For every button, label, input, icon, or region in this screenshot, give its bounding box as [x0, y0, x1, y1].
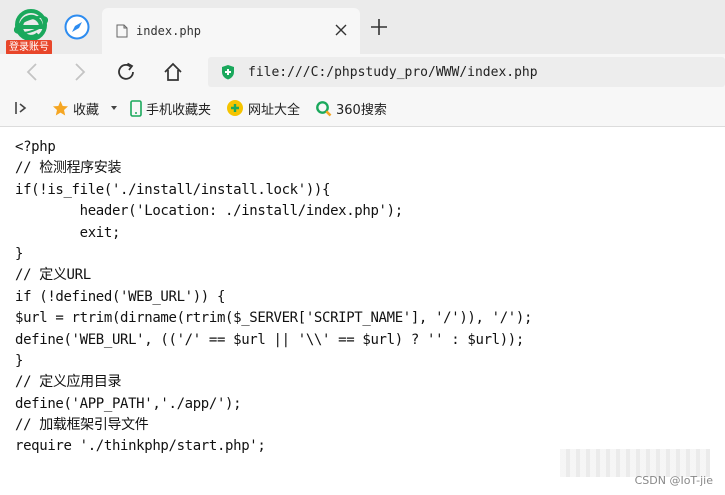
close-tab-icon[interactable]: [334, 23, 348, 37]
address-url[interactable]: file:///C:/phpstudy_pro/WWW/index.php: [248, 65, 538, 80]
new-tab-icon[interactable]: [370, 18, 388, 36]
document-icon: [116, 24, 128, 38]
code-line: define('APP_PATH','./app/');: [15, 395, 242, 412]
tab-strip: 登录账号 index.php: [0, 0, 725, 55]
code-line: <?php: [15, 139, 56, 155]
tab-title: index.php: [136, 24, 202, 38]
bookmark-label: 收藏: [73, 102, 100, 118]
bookmark-label: 360搜索: [336, 102, 387, 118]
home-icon[interactable]: [162, 61, 184, 83]
address-bar[interactable]: file:///C:/phpstudy_pro/WWW/index.php: [208, 57, 725, 87]
bookmark-label: 手机收藏夹: [146, 102, 212, 118]
code-line: // 加载框架引导文件: [15, 417, 149, 434]
bookmark-bar: 收藏 手机收藏夹 网址大全 360搜索: [0, 90, 725, 127]
code-line: }: [15, 245, 24, 262]
dropdown-caret-icon[interactable]: [109, 103, 119, 113]
code-line: exit;: [15, 224, 121, 241]
code-line: header('Location: ./install/index.php');: [15, 203, 404, 220]
bookmark-web-directory[interactable]: 网址大全: [226, 90, 300, 126]
bookmark-360-search[interactable]: 360搜索: [315, 90, 387, 126]
watermark: CSDN @IoT-jie: [634, 474, 713, 487]
page-content: <?php // 检测程序安装 if(!is_file('./install/ins…: [0, 127, 725, 495]
blurred-overlay: [560, 449, 710, 477]
bookmark-label: 网址大全: [248, 102, 301, 118]
compass-icon[interactable]: [64, 14, 90, 40]
code-line: $url = rtrim(dirname(rtrim($_SERVER['SCR…: [15, 310, 533, 327]
reload-icon[interactable]: [115, 61, 137, 83]
bookmark-mobile-favorites[interactable]: 手机收藏夹: [130, 90, 211, 126]
code-line: }: [15, 352, 24, 369]
code-line: // 定义应用目录: [15, 374, 122, 391]
code-line: // 检测程序安装: [15, 160, 122, 177]
web-directory-icon: [227, 100, 243, 116]
code-line: require './thinkphp/start.php';: [15, 438, 266, 455]
code-line: if (!defined('WEB_URL')) {: [15, 288, 226, 305]
search-icon: [316, 100, 332, 116]
browser-logo-icon[interactable]: [14, 8, 48, 42]
star-icon: [53, 100, 68, 115]
forward-icon[interactable]: [68, 61, 90, 83]
code-line: define('WEB_URL', (('/' == $url || '\\' …: [15, 331, 524, 348]
navigation-bar: file:///C:/phpstudy_pro/WWW/index.php: [0, 54, 725, 90]
code-line: if(!is_file('./install/install.lock')){: [15, 181, 331, 198]
source-code: <?php // 检测程序安装 if(!is_file('./install/ins…: [15, 137, 532, 458]
code-line: // 定义URL: [15, 267, 91, 284]
bookmark-favorites[interactable]: 收藏: [52, 90, 123, 126]
security-shield-icon[interactable]: [220, 64, 236, 80]
back-icon[interactable]: [22, 61, 44, 83]
tab-index-php[interactable]: index.php: [102, 8, 360, 54]
phone-icon: [130, 99, 142, 117]
login-badge[interactable]: 登录账号: [6, 40, 52, 55]
sidebar-toggle-icon[interactable]: [14, 101, 28, 115]
